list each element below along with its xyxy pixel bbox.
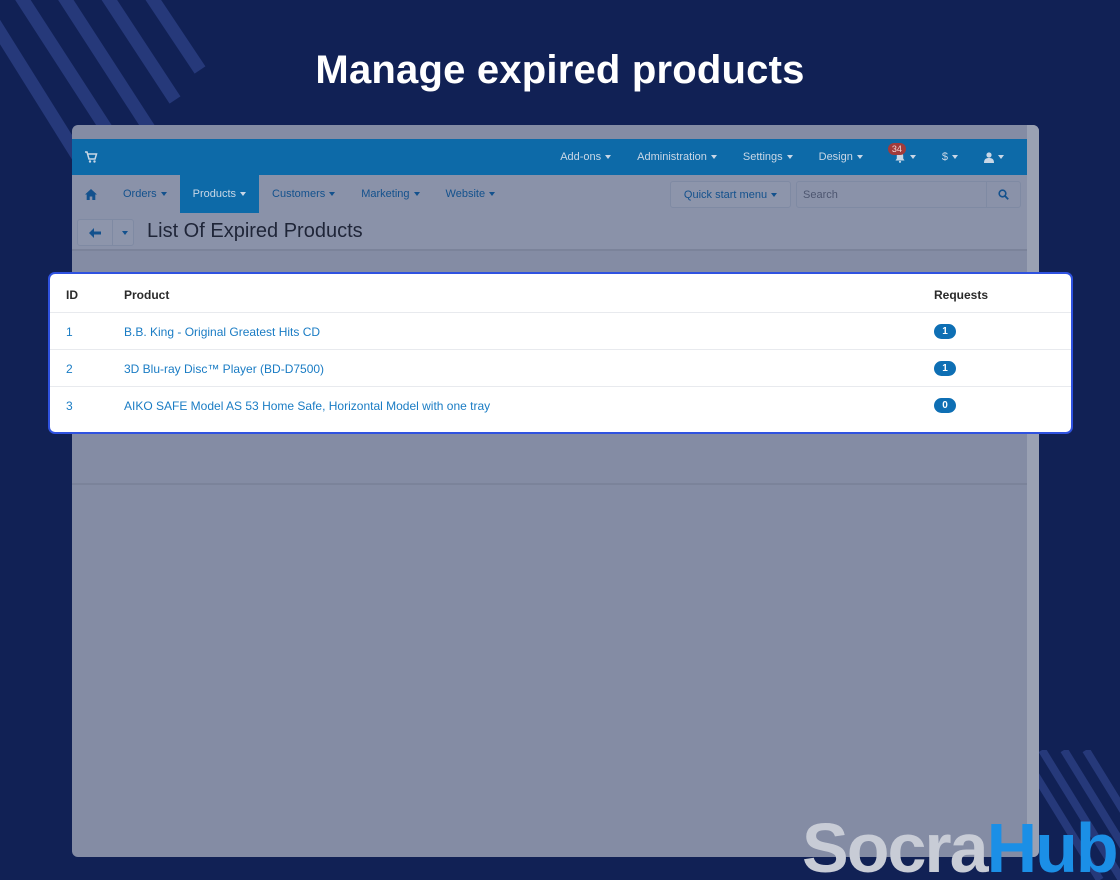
notifications-button[interactable]: 34 — [876, 143, 929, 163]
nav-customers[interactable]: Customers — [259, 175, 348, 213]
caret-down-icon — [909, 155, 916, 159]
back-button[interactable] — [78, 220, 113, 245]
notifications-badge: 34 — [887, 143, 906, 155]
caret-down-icon — [329, 192, 336, 196]
caret-down-icon — [998, 155, 1004, 159]
cart-icon[interactable] — [84, 150, 98, 164]
caret-down-icon — [489, 192, 496, 196]
table-header: ID Product Requests — [50, 276, 1071, 313]
page-header: List Of Expired Products — [72, 213, 1027, 251]
search-icon — [998, 189, 1009, 200]
requests-badge: 0 — [934, 398, 956, 413]
row-id-link[interactable]: 2 — [66, 350, 73, 387]
home-button[interactable] — [72, 175, 110, 213]
caret-down-icon — [160, 192, 167, 196]
home-icon — [85, 188, 97, 200]
table-row: 3 AIKO SAFE Model AS 53 Home Safe, Horiz… — [50, 387, 1071, 424]
row-id-link[interactable]: 1 — [66, 313, 73, 350]
menu-settings[interactable]: Settings — [730, 151, 806, 163]
caret-down-icon — [786, 155, 793, 159]
socrahub-logo: SocraHub — [802, 809, 1119, 880]
requests-badge: 1 — [934, 361, 956, 376]
caret-down-icon — [952, 155, 958, 159]
arrow-left-icon — [89, 227, 101, 238]
column-header-requests: Requests — [934, 287, 989, 302]
nav-items: Orders Products Customers Marketing Webs… — [110, 175, 508, 213]
nav-products[interactable]: Products — [179, 175, 260, 213]
currency-menu[interactable]: $ — [929, 151, 971, 163]
search-box — [796, 181, 1021, 208]
requests-badge: 1 — [934, 324, 956, 339]
nav-orders[interactable]: Orders — [110, 175, 180, 213]
column-header-product: Product — [124, 287, 170, 302]
column-header-id: ID — [66, 287, 78, 302]
headline: Manage expired products — [315, 48, 805, 92]
menu-administration[interactable]: Administration — [624, 151, 730, 163]
quick-start-menu-button[interactable]: Quick start menu — [670, 181, 791, 208]
table-row: 1 B.B. King - Original Greatest Hits CD … — [50, 313, 1071, 350]
row-product-link[interactable]: 3D Blu-ray Disc™ Player (BD-D7500) — [124, 350, 324, 387]
row-id-link[interactable]: 3 — [66, 387, 73, 424]
caret-down-icon — [605, 155, 612, 159]
caret-down-icon — [856, 155, 863, 159]
main-nav: Orders Products Customers Marketing Webs… — [72, 175, 1027, 213]
top-bar: Add-ons Administration Settings Design 3… — [72, 139, 1027, 175]
window-scrollbar[interactable] — [1027, 125, 1039, 857]
top-menu: Add-ons Administration Settings Design 3… — [547, 139, 1017, 175]
search-input[interactable] — [797, 182, 987, 207]
row-product-link[interactable]: AIKO SAFE Model AS 53 Home Safe, Horizon… — [124, 387, 490, 424]
user-icon — [984, 151, 994, 163]
page-title: List Of Expired Products — [147, 220, 363, 242]
row-product-link[interactable]: B.B. King - Original Greatest Hits CD — [124, 313, 320, 350]
caret-down-icon — [122, 230, 128, 235]
user-menu[interactable] — [971, 151, 1017, 163]
app-window: Add-ons Administration Settings Design 3… — [72, 125, 1039, 857]
caret-down-icon — [771, 192, 778, 197]
nav-marketing[interactable]: Marketing — [348, 175, 432, 213]
caret-down-icon — [413, 192, 420, 196]
back-button-group — [77, 219, 134, 246]
caret-down-icon — [710, 155, 717, 159]
search-button[interactable] — [986, 182, 1020, 207]
menu-addons[interactable]: Add-ons — [547, 151, 624, 163]
back-dropdown-button[interactable] — [113, 220, 133, 245]
table-row: 2 3D Blu-ray Disc™ Player (BD-D7500) 1 — [50, 350, 1071, 387]
expired-products-table: ID Product Requests 1 B.B. King - Origin… — [48, 272, 1073, 434]
menu-design[interactable]: Design — [806, 151, 876, 163]
nav-website[interactable]: Website — [433, 175, 509, 213]
caret-down-icon — [240, 192, 247, 196]
